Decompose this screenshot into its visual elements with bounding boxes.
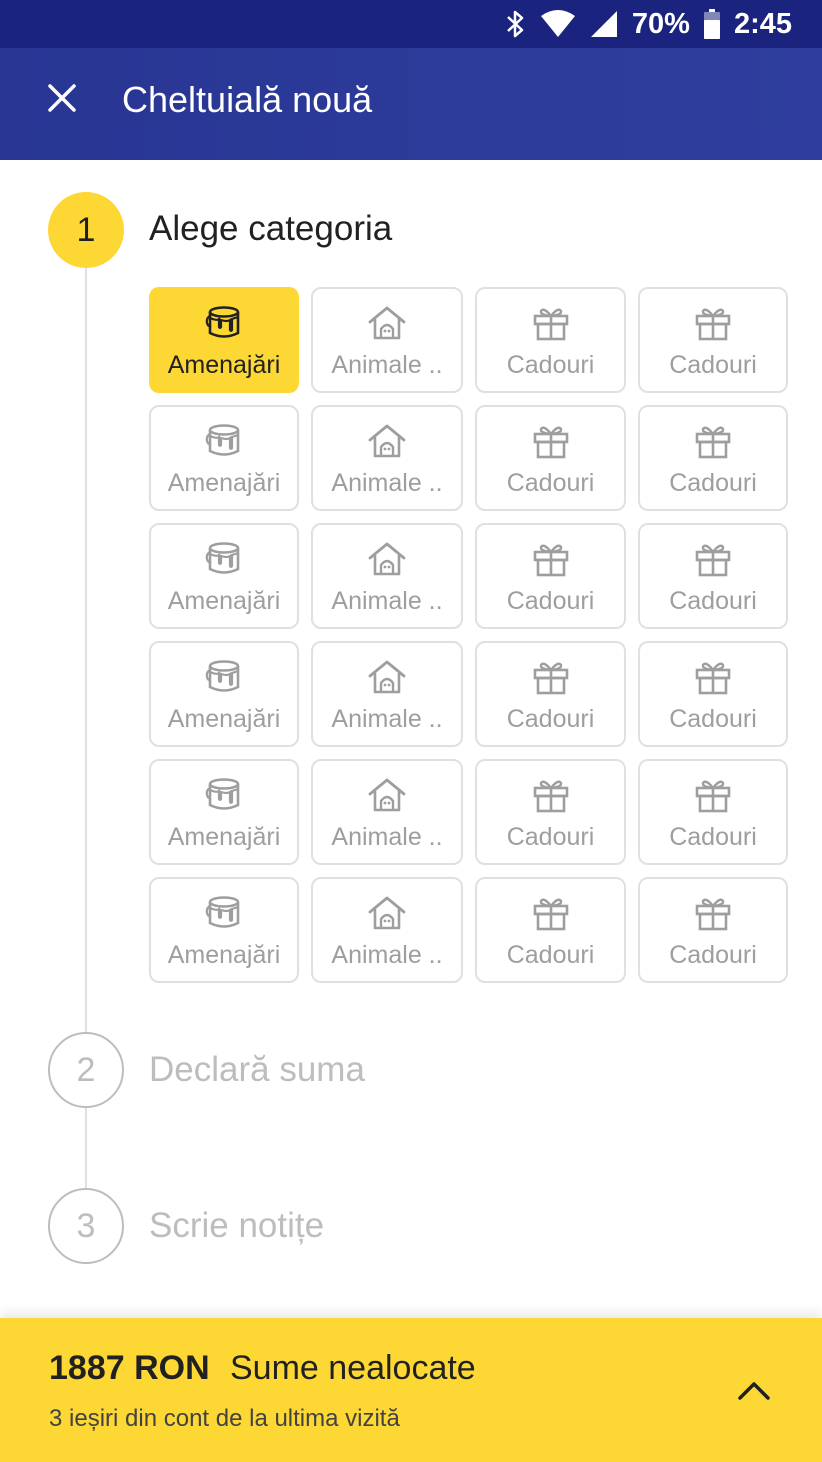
category-tile[interactable]: Cadouri [475, 877, 626, 983]
status-bar: 70% 2:45 [0, 0, 822, 48]
category-label: Animale .. [331, 941, 443, 969]
category-grid: Amenajări Animale .. Cadouri Cadouri Amenajă… [149, 287, 788, 983]
category-tile[interactable]: Animale .. [311, 405, 463, 511]
category-tile[interactable]: Cadouri [475, 759, 626, 865]
category-tile[interactable]: Cadouri [475, 287, 626, 393]
page-title: Cheltuială nouă [122, 79, 373, 120]
category-label: Animale .. [331, 823, 443, 851]
step-3-indicator: 3 [48, 1188, 124, 1264]
category-label: Cadouri [506, 941, 595, 969]
category-tile[interactable]: Cadouri [638, 759, 788, 865]
category-label: Amenajări [167, 705, 281, 733]
gift-icon [532, 303, 570, 343]
gift-icon [694, 775, 732, 815]
category-label: Cadouri [669, 823, 757, 851]
close-icon [47, 83, 77, 118]
dog-house-icon [368, 893, 406, 933]
paint-bucket-icon [205, 657, 243, 697]
battery-icon [703, 9, 720, 39]
category-tile[interactable]: Animale .. [311, 523, 463, 629]
close-button[interactable] [30, 68, 94, 132]
category-label: Cadouri [506, 823, 595, 851]
category-tile[interactable]: Amenajări [149, 287, 299, 393]
category-tile[interactable]: Animale .. [311, 759, 463, 865]
gift-icon [694, 303, 732, 343]
category-tile[interactable]: Cadouri [638, 523, 788, 629]
gift-icon [532, 539, 570, 579]
category-label: Amenajări [167, 941, 281, 969]
category-label: Amenajări [167, 587, 281, 615]
gift-icon [532, 893, 570, 933]
category-tile[interactable]: Amenajări [149, 641, 299, 747]
gift-icon [694, 539, 732, 579]
gift-icon [694, 657, 732, 697]
step-2-indicator: 2 [48, 1032, 124, 1108]
category-label: Animale .. [331, 705, 443, 733]
gift-icon [694, 421, 732, 461]
unallocated-subtitle: 3 ieșiri din cont de la ultima vizită [49, 1405, 400, 1432]
signal-icon [590, 10, 618, 38]
gift-icon [532, 775, 570, 815]
category-tile[interactable]: Animale .. [311, 287, 463, 393]
category-tile[interactable]: Amenajări [149, 523, 299, 629]
step-1-indicator: 1 [48, 192, 124, 268]
chevron-up-icon [737, 1379, 771, 1406]
category-label: Animale .. [331, 469, 443, 497]
category-tile[interactable]: Cadouri [475, 405, 626, 511]
category-tile[interactable]: Cadouri [475, 641, 626, 747]
unallocated-amount: 1887 RON [49, 1349, 210, 1387]
paint-bucket-icon [205, 421, 243, 461]
bluetooth-icon [506, 9, 526, 39]
category-label: Cadouri [506, 587, 595, 615]
expand-button[interactable] [730, 1368, 778, 1416]
paint-bucket-icon [205, 539, 243, 579]
clock: 2:45 [733, 7, 792, 40]
category-label: Amenajări [167, 469, 281, 497]
gift-icon [532, 421, 570, 461]
category-tile[interactable]: Cadouri [638, 405, 788, 511]
category-tile[interactable]: Amenajări [149, 405, 299, 511]
dog-house-icon [368, 303, 406, 343]
step-2-title[interactable]: Declară suma [149, 1048, 365, 1092]
category-tile[interactable]: Animale .. [311, 641, 463, 747]
dog-house-icon [368, 657, 406, 697]
category-tile[interactable]: Amenajări [149, 759, 299, 865]
category-label: Cadouri [669, 587, 757, 615]
category-label: Cadouri [506, 469, 595, 497]
step-connector-2 [85, 1108, 87, 1188]
category-tile[interactable]: Cadouri [475, 523, 626, 629]
category-tile[interactable]: Cadouri [638, 287, 788, 393]
category-label: Cadouri [669, 351, 757, 379]
unallocated-label: Sume nealocate [230, 1349, 476, 1387]
category-label: Amenajări [167, 823, 281, 851]
unallocated-summary-sheet[interactable]: 1887 RON Sume nealocate 3 ieșiri din con… [0, 1318, 822, 1462]
category-label: Cadouri [669, 941, 757, 969]
gift-icon [694, 893, 732, 933]
paint-bucket-icon [205, 303, 243, 343]
status-bar-right: 70% 2:45 [506, 0, 792, 48]
wifi-icon [540, 10, 576, 38]
paint-bucket-icon [205, 893, 243, 933]
paint-bucket-icon [205, 775, 243, 815]
category-label: Animale .. [331, 351, 443, 379]
step-3-title[interactable]: Scrie notițe [149, 1204, 324, 1248]
step-connector-1 [85, 268, 87, 1032]
category-label: Cadouri [506, 705, 595, 733]
category-label: Cadouri [669, 705, 757, 733]
dog-house-icon [368, 421, 406, 461]
dog-house-icon [368, 775, 406, 815]
category-tile[interactable]: Amenajări [149, 877, 299, 983]
category-label: Animale .. [331, 587, 443, 615]
step-1-title[interactable]: Alege categoria [149, 207, 392, 251]
dog-house-icon [368, 539, 406, 579]
category-tile[interactable]: Animale .. [311, 877, 463, 983]
category-tile[interactable]: Cadouri [638, 877, 788, 983]
category-label: Cadouri [669, 469, 757, 497]
category-tile[interactable]: Cadouri [638, 641, 788, 747]
battery-percent: 70% [631, 7, 690, 40]
category-label: Amenajări [167, 351, 281, 379]
gift-icon [532, 657, 570, 697]
app-bar: Cheltuială nouă [0, 48, 822, 160]
category-label: Cadouri [506, 351, 595, 379]
